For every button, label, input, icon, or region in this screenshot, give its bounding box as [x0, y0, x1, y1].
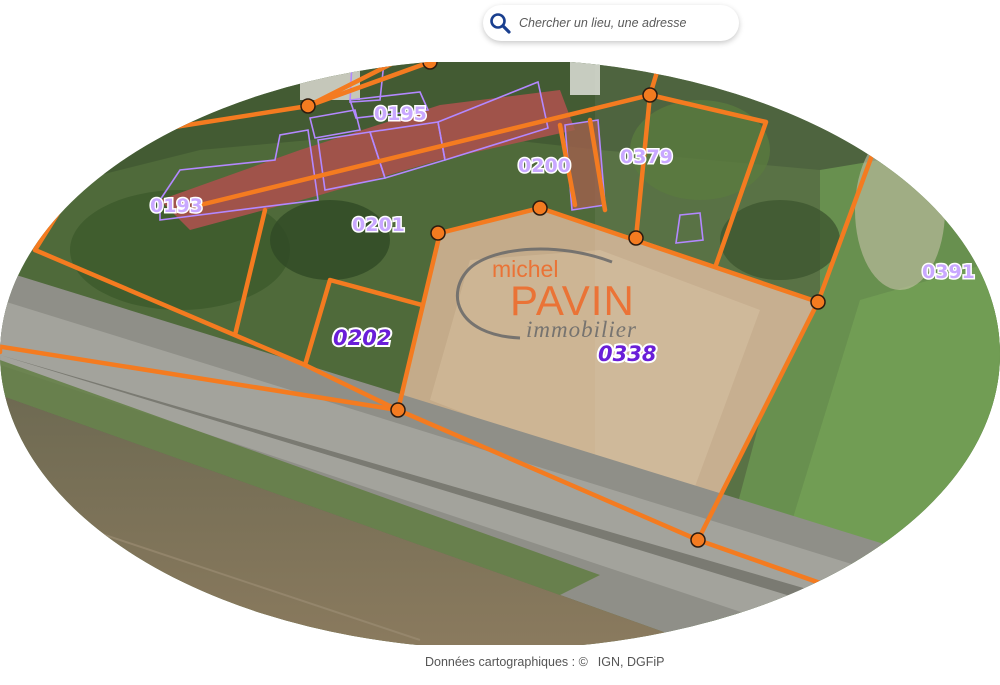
parcel-label-0202: 0202: [333, 326, 391, 350]
map-attribution: Données cartographiques : © IGN, DGFiP: [425, 655, 664, 669]
watermark-immobilier: immobilier: [526, 317, 637, 342]
parcel-label-0391: 0391: [922, 261, 975, 283]
attribution-label: Données cartographiques : ©: [425, 655, 588, 669]
aerial-imagery: 0195 0193 0200 0379 0201 0391 0202 0338 …: [0, 62, 1000, 645]
parcel-label-0200: 0200: [518, 155, 571, 177]
parcel-label-0379: 0379: [620, 146, 673, 168]
parcel-label-0193: 0193: [150, 195, 203, 217]
search-bar[interactable]: [483, 5, 739, 41]
attribution-source: IGN, DGFiP: [597, 655, 665, 669]
parcel-label-0195: 0195: [374, 103, 427, 125]
map-view[interactable]: 0195 0193 0200 0379 0201 0391 0202 0338 …: [0, 62, 1000, 645]
parcel-label-0338: 0338: [598, 342, 656, 366]
search-icon[interactable]: [483, 5, 517, 41]
parcel-label-0201: 0201: [352, 214, 405, 236]
search-input[interactable]: [517, 8, 739, 38]
